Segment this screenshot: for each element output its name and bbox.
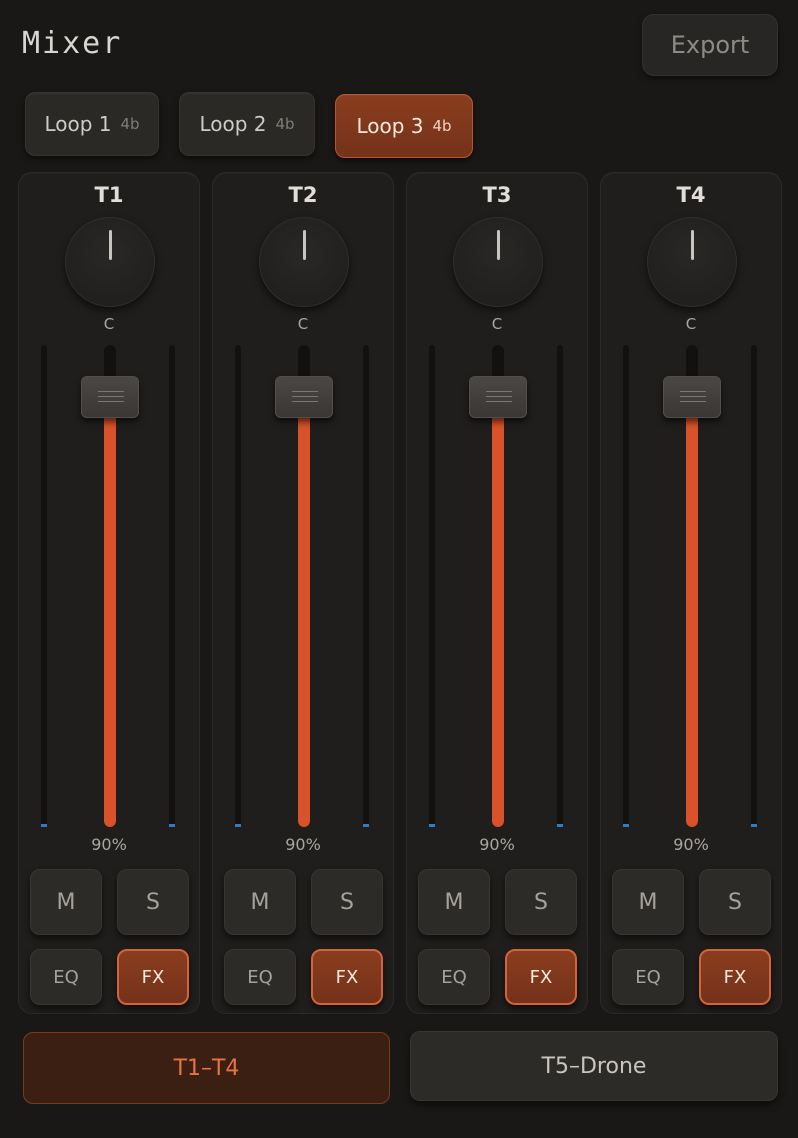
mute-button[interactable]: M bbox=[418, 869, 490, 935]
level-meter-right bbox=[751, 345, 757, 827]
knob-indicator bbox=[303, 230, 306, 260]
volume-fader-fill bbox=[686, 393, 698, 827]
volume-fader-handle[interactable] bbox=[81, 376, 139, 418]
channel-name: T2 bbox=[288, 183, 318, 207]
volume-value: 90% bbox=[479, 835, 515, 854]
loop-tab-label: Loop 3 bbox=[356, 114, 424, 138]
page-title: Mixer bbox=[22, 26, 123, 61]
pan-knob[interactable] bbox=[453, 217, 543, 307]
level-meter-left bbox=[623, 345, 629, 827]
eq-button[interactable]: EQ bbox=[612, 949, 684, 1005]
knob-indicator bbox=[497, 230, 500, 260]
pan-value: C bbox=[297, 315, 309, 333]
volume-fader-handle[interactable] bbox=[663, 376, 721, 418]
level-meter-left bbox=[235, 345, 241, 827]
solo-button[interactable]: S bbox=[699, 869, 771, 935]
level-meter-right bbox=[363, 345, 369, 827]
pan-knob[interactable] bbox=[65, 217, 155, 307]
knob-indicator bbox=[691, 230, 694, 260]
group-tab-t5-drone[interactable]: T5–Drone bbox=[410, 1031, 778, 1101]
volume-fader-handle[interactable] bbox=[275, 376, 333, 418]
eq-button[interactable]: EQ bbox=[224, 949, 296, 1005]
volume-fader-handle[interactable] bbox=[469, 376, 527, 418]
eq-button[interactable]: EQ bbox=[30, 949, 102, 1005]
channel-strip-t3: T3 C 90% M S EQ FX bbox=[406, 172, 588, 1014]
meter-level bbox=[41, 824, 47, 827]
volume-fader-fill bbox=[104, 393, 116, 827]
loop-tab-beats: 4b bbox=[275, 115, 295, 133]
meter-level bbox=[623, 824, 629, 827]
pan-value: C bbox=[685, 315, 697, 333]
volume-value: 90% bbox=[91, 835, 127, 854]
loop-tab-beats: 4b bbox=[120, 115, 140, 133]
meter-level bbox=[363, 824, 369, 827]
mute-button[interactable]: M bbox=[30, 869, 102, 935]
meter-level bbox=[751, 824, 757, 827]
group-tab-t1-t4[interactable]: T1–T4 bbox=[23, 1032, 390, 1104]
mixer-screen: Mixer Export Loop 1 4b Loop 2 4b Loop 3 … bbox=[0, 0, 798, 1138]
meter-level bbox=[557, 824, 563, 827]
pan-knob[interactable] bbox=[259, 217, 349, 307]
mute-button[interactable]: M bbox=[224, 869, 296, 935]
level-meter-right bbox=[557, 345, 563, 827]
knob-indicator bbox=[109, 230, 112, 260]
loop-tab-label: Loop 2 bbox=[199, 112, 267, 136]
solo-button[interactable]: S bbox=[117, 869, 189, 935]
meter-level bbox=[235, 824, 241, 827]
loop-tab-2[interactable]: Loop 2 4b bbox=[179, 92, 315, 156]
loop-tab-label: Loop 1 bbox=[44, 112, 112, 136]
volume-value: 90% bbox=[285, 835, 321, 854]
meter-level bbox=[429, 824, 435, 827]
mute-button[interactable]: M bbox=[612, 869, 684, 935]
fx-button[interactable]: FX bbox=[117, 949, 189, 1005]
solo-button[interactable]: S bbox=[311, 869, 383, 935]
level-meter-left bbox=[41, 345, 47, 827]
pan-value: C bbox=[103, 315, 115, 333]
channel-name: T1 bbox=[94, 183, 124, 207]
export-button[interactable]: Export bbox=[642, 14, 778, 76]
volume-fader-fill bbox=[298, 393, 310, 827]
loop-tab-3[interactable]: Loop 3 4b bbox=[335, 94, 473, 158]
level-meter-left bbox=[429, 345, 435, 827]
solo-button[interactable]: S bbox=[505, 869, 577, 935]
channel-strip-t2: T2 C 90% M S EQ FX bbox=[212, 172, 394, 1014]
channel-name: T3 bbox=[482, 183, 512, 207]
loop-tab-1[interactable]: Loop 1 4b bbox=[25, 92, 159, 156]
pan-knob[interactable] bbox=[647, 217, 737, 307]
volume-fader-fill bbox=[492, 393, 504, 827]
eq-button[interactable]: EQ bbox=[418, 949, 490, 1005]
fx-button[interactable]: FX bbox=[699, 949, 771, 1005]
channel-strip-t1: T1 C 90% M S EQ FX bbox=[18, 172, 200, 1014]
level-meter-right bbox=[169, 345, 175, 827]
fx-button[interactable]: FX bbox=[311, 949, 383, 1005]
volume-value: 90% bbox=[673, 835, 709, 854]
channel-strip-t4: T4 C 90% M S EQ FX bbox=[600, 172, 782, 1014]
pan-value: C bbox=[491, 315, 503, 333]
loop-tab-beats: 4b bbox=[432, 117, 452, 135]
meter-level bbox=[169, 824, 175, 827]
channel-name: T4 bbox=[676, 183, 706, 207]
fx-button[interactable]: FX bbox=[505, 949, 577, 1005]
